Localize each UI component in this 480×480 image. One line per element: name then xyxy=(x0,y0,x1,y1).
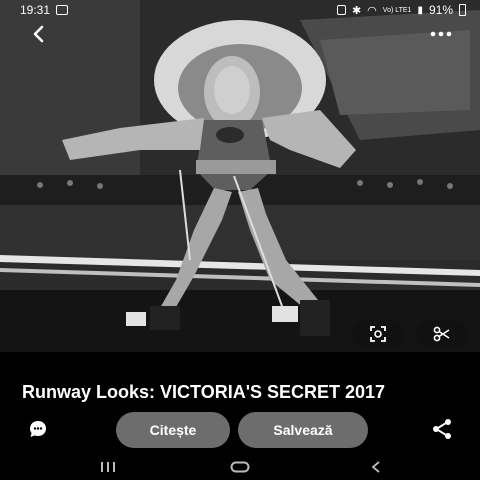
pin-title-block: Runway Looks: VICTORIA'S SECRET 2017 FAS… xyxy=(0,352,480,404)
pin-title: Runway Looks: VICTORIA'S SECRET 2017 FAS… xyxy=(22,382,386,404)
network-type: Vo) LTE1 xyxy=(382,6,412,14)
status-right: ✱ ◠ Vo) LTE1 ▮ 91% xyxy=(336,3,466,17)
battery-icon xyxy=(459,4,466,16)
more-options-icon[interactable] xyxy=(426,22,456,46)
share-icon[interactable] xyxy=(430,417,454,441)
bluetooth-icon: ✱ xyxy=(351,4,362,17)
battery-percent: 91% xyxy=(428,3,453,17)
gallery-notification-icon xyxy=(56,5,69,15)
status-bar: 19:31 ✱ ◠ Vo) LTE1 ▮ 91% xyxy=(0,0,480,20)
back-arrow-icon[interactable] xyxy=(24,22,54,46)
screen-record-icon xyxy=(336,5,346,15)
recents-icon[interactable] xyxy=(96,458,120,476)
nav-back-icon[interactable] xyxy=(364,458,388,476)
status-left: 19:31 xyxy=(20,3,69,17)
runway-photo xyxy=(0,0,480,352)
action-bar: Citește Salvează xyxy=(0,404,480,454)
scissors-icon xyxy=(433,326,450,342)
visual-search-button[interactable] xyxy=(352,320,404,348)
system-nav-bar xyxy=(0,454,480,480)
read-button[interactable]: Citește xyxy=(116,412,230,448)
comment-icon[interactable] xyxy=(26,417,50,441)
save-button[interactable]: Salvează xyxy=(238,412,368,448)
home-icon[interactable] xyxy=(228,458,252,476)
signal-icon: ▮ xyxy=(417,4,423,16)
status-time: 19:31 xyxy=(20,3,51,17)
wifi-icon: ◠ xyxy=(367,4,377,17)
cutout-button[interactable] xyxy=(416,320,468,348)
pin-image[interactable] xyxy=(0,0,480,352)
visual-search-icon xyxy=(370,326,386,342)
